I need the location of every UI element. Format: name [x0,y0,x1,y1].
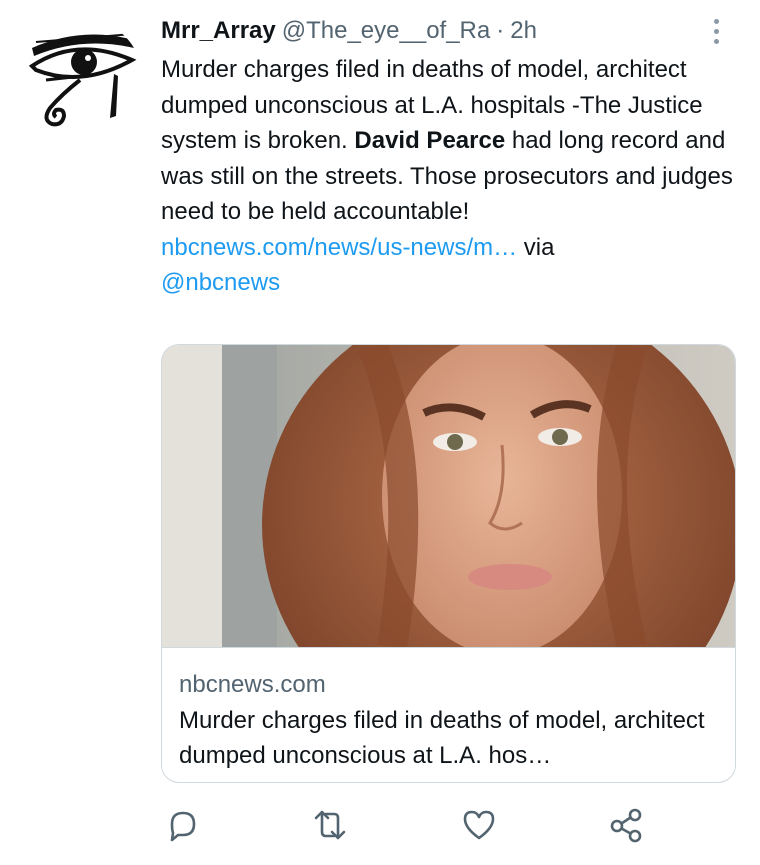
eye-of-ra-icon [28,33,137,127]
tweet-header: Mrr_Array @The_eye__of_Ra · 2h [161,15,537,47]
share-icon [610,808,642,843]
article-link[interactable]: nbcnews.com/news/us-news/m… [161,234,517,261]
like-button[interactable] [459,805,499,845]
link-preview-card[interactable]: nbcnews.com Murder charges filed in deat… [161,344,736,783]
card-image[interactable] [162,345,735,755]
heart-icon [463,810,495,840]
tweet-text: Murder charges filed in deaths of model,… [161,52,736,301]
separator-dot: · [496,17,505,44]
tweet-text-bold: David Pearce [354,127,506,154]
share-button[interactable] [606,805,646,845]
avatar[interactable] [22,18,142,138]
mention-link[interactable]: @nbcnews [161,269,280,296]
reply-button[interactable] [163,805,203,845]
card-domain: nbcnews.com [179,671,326,698]
tweet-actions [161,805,661,845]
card-title: Murder charges filed in deaths of model,… [179,707,705,769]
author-name[interactable]: Mrr_Array [161,17,276,44]
more-vertical-icon [713,18,719,24]
timestamp[interactable]: 2h [510,17,537,44]
author-handle[interactable]: @The_eye__of_Ra [282,17,491,44]
reply-icon [170,811,196,842]
retweet-button[interactable] [310,805,350,845]
via-text: via [517,233,555,261]
retweet-icon [314,810,346,840]
card-text[interactable]: nbcnews.com Murder charges filed in deat… [162,647,735,782]
more-menu-button[interactable] [704,14,728,48]
